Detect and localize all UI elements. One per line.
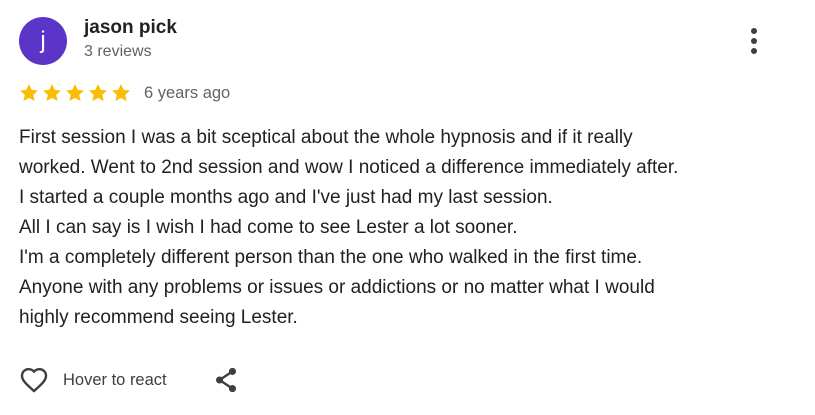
review-text-line: worked. Went to 2nd session and wow I no… (19, 157, 679, 178)
share-button[interactable] (211, 365, 241, 395)
rating-row: 6 years ago (18, 82, 230, 104)
star-icon (66, 84, 84, 102)
review-actions: Hover to react (18, 362, 241, 398)
react-button[interactable]: Hover to react (18, 364, 167, 396)
reviewer-name[interactable]: jason pick (84, 17, 177, 39)
review-text-line: First session I was a bit sceptical abou… (19, 127, 633, 148)
star-icon (20, 84, 38, 102)
star-icon (89, 84, 107, 102)
review-text: First session I was a bit sceptical abou… (19, 123, 799, 333)
review-text-line: Anyone with any problems or issues or ad… (19, 277, 655, 298)
review-text-line: All I can say is I wish I had come to se… (19, 217, 518, 238)
heart-outline-icon (20, 368, 48, 393)
react-label: Hover to react (63, 370, 167, 389)
share-icon (215, 367, 236, 393)
more-vert-icon-dot-1 (751, 28, 757, 34)
avatar-initial: j (40, 27, 46, 54)
reviewer-review-count: 3 reviews (84, 43, 152, 60)
avatar[interactable]: j (19, 17, 67, 65)
review-time-ago: 6 years ago (144, 83, 231, 102)
review-card: j jason pick 3 reviews 6 years ago First… (0, 0, 815, 415)
star-icon (112, 84, 130, 102)
review-text-line: I started a couple months ago and I've j… (19, 187, 553, 208)
more-vert-icon-dot-2 (751, 38, 757, 44)
star-icon (43, 84, 61, 102)
more-options-button[interactable] (738, 24, 770, 58)
more-vert-icon-dot-3 (751, 48, 757, 54)
review-text-line: I'm a completely different person than t… (19, 247, 643, 268)
review-text-line: highly recommend seeing Lester. (19, 307, 298, 328)
star-rating (18, 82, 132, 104)
